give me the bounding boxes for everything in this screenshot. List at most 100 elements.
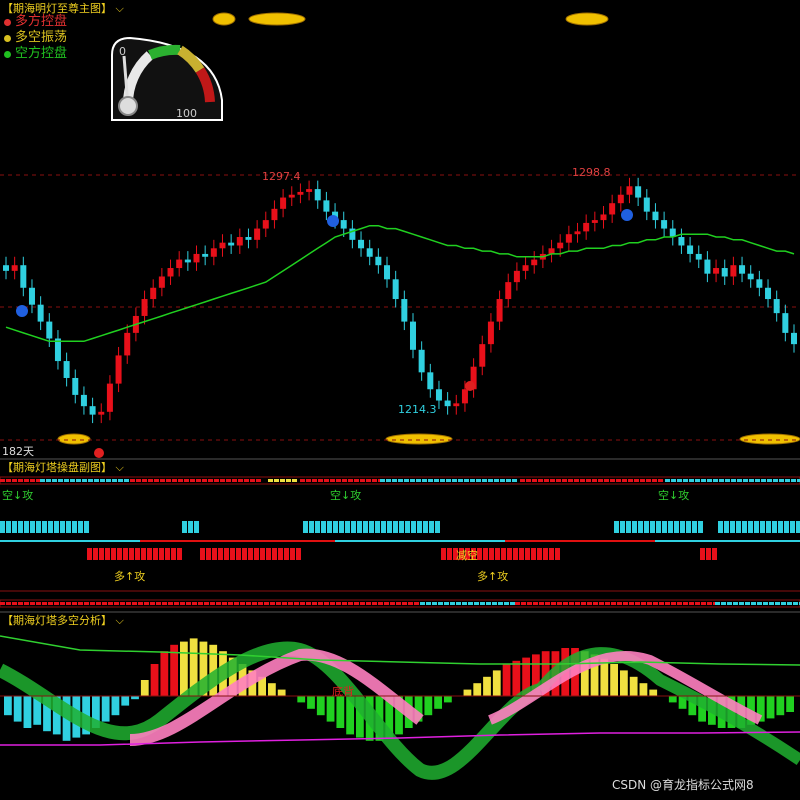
segment xyxy=(486,602,491,605)
segment xyxy=(474,602,479,605)
osc-bar xyxy=(23,696,32,728)
segment xyxy=(256,479,261,482)
segment xyxy=(405,521,410,533)
candle-body xyxy=(427,372,434,390)
chart-canvas: 0 100 1297.4 1298.8 1214.3 182天 空↓攻 空↓攻 … xyxy=(0,12,800,780)
segment xyxy=(147,548,152,560)
segment xyxy=(763,602,768,605)
segment xyxy=(480,602,485,605)
segment xyxy=(644,521,649,533)
osc-bar xyxy=(629,676,638,696)
segment xyxy=(647,602,652,605)
segment xyxy=(545,602,550,605)
segment xyxy=(422,479,427,482)
segment xyxy=(153,548,158,560)
segment xyxy=(198,602,203,605)
segment xyxy=(399,521,404,533)
segment xyxy=(456,602,461,605)
osc-bar xyxy=(180,641,188,696)
coin-icon xyxy=(565,12,609,26)
segment xyxy=(136,479,141,482)
candle-body xyxy=(11,265,18,271)
segment xyxy=(727,602,732,605)
segment xyxy=(64,479,69,482)
candle-body xyxy=(687,245,694,254)
segment xyxy=(778,521,783,533)
candle-body xyxy=(115,355,122,384)
segment xyxy=(220,479,225,482)
osc-bar xyxy=(668,696,677,703)
segment xyxy=(306,479,311,482)
segment xyxy=(54,602,59,605)
segment xyxy=(48,602,53,605)
segment xyxy=(240,602,245,605)
segment xyxy=(748,521,753,533)
segment xyxy=(6,479,11,482)
segment xyxy=(375,521,380,533)
segment xyxy=(435,521,440,533)
segment xyxy=(381,521,386,533)
segment xyxy=(282,602,287,605)
segment xyxy=(533,602,538,605)
low-label-1: 1214.3 xyxy=(398,403,437,416)
candle-body xyxy=(245,237,252,240)
candle-body xyxy=(791,332,797,345)
segment xyxy=(242,548,247,560)
segment xyxy=(166,479,171,482)
candle-body xyxy=(158,276,165,288)
gauge-hub xyxy=(118,96,138,116)
segment xyxy=(458,479,463,482)
segment xyxy=(72,602,77,605)
segment xyxy=(230,548,235,560)
sub-panel-title[interactable]: 【期海灯塔操盘副图】 ⌵ xyxy=(2,459,124,475)
segment xyxy=(360,602,365,605)
segment xyxy=(196,479,201,482)
segment xyxy=(106,479,111,482)
coin-icon xyxy=(57,433,91,445)
segment xyxy=(527,602,532,605)
osc-bar xyxy=(424,696,433,716)
segment xyxy=(638,521,643,533)
sell-signal-icon xyxy=(16,305,28,317)
segment xyxy=(286,479,291,482)
candle-body xyxy=(505,282,512,300)
segment xyxy=(111,548,116,560)
segment xyxy=(248,548,253,560)
chevron-down-icon[interactable]: ⌵ xyxy=(112,614,123,627)
candle-body xyxy=(167,268,174,277)
segment xyxy=(12,521,17,533)
segment xyxy=(733,602,738,605)
segment xyxy=(52,479,57,482)
candle-body xyxy=(609,203,616,215)
segment xyxy=(569,602,574,605)
osc-panel-title[interactable]: 【期海灯塔多空分析】 ⌵ xyxy=(2,612,124,628)
osc-bar xyxy=(268,683,276,696)
segment xyxy=(294,602,299,605)
segment xyxy=(574,479,579,482)
coin-icon xyxy=(212,12,236,26)
segment xyxy=(429,521,434,533)
candle-body xyxy=(721,268,728,277)
candle-body xyxy=(340,220,347,229)
segment xyxy=(414,602,419,605)
segment xyxy=(519,548,524,560)
segment xyxy=(689,479,694,482)
segment xyxy=(324,602,329,605)
segment xyxy=(539,602,544,605)
segment xyxy=(270,602,275,605)
segment xyxy=(100,479,105,482)
candle-body xyxy=(106,383,113,412)
segment xyxy=(428,479,433,482)
candle-body xyxy=(435,389,442,401)
candle-body xyxy=(184,259,191,263)
segment xyxy=(387,521,392,533)
candle-body xyxy=(522,265,529,271)
segment xyxy=(232,479,237,482)
candle-body xyxy=(444,400,451,407)
segment xyxy=(662,521,667,533)
candle-body xyxy=(297,191,304,195)
chevron-down-icon[interactable]: ⌵ xyxy=(112,461,123,474)
segment xyxy=(360,479,365,482)
segment xyxy=(549,548,554,560)
osc-bar xyxy=(786,696,794,712)
